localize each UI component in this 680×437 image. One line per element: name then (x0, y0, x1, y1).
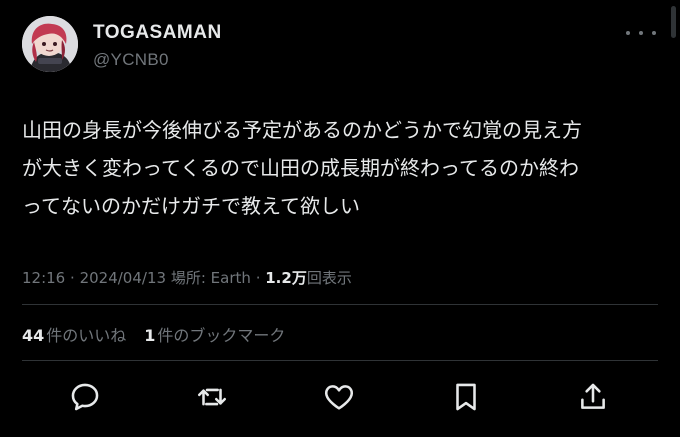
likes-stat[interactable]: 44 件のいいね (22, 322, 126, 346)
reply-icon (71, 383, 99, 411)
tweet-text-line: が大きく変わってくるので山田の成長期が終わってるのか終わ (22, 156, 579, 180)
tweet-text-line: 山田の身長が今後伸びる予定があるのかどうかで幻覚の見え方 (22, 118, 582, 142)
heart-icon (324, 385, 354, 410)
tweet-time[interactable]: 12:16 (22, 269, 65, 287)
avatar-image (22, 16, 78, 72)
divider (22, 360, 658, 361)
bookmark-icon (456, 383, 476, 411)
tweet-text-line: ってないのかだけガチで教えて欲しい (22, 194, 360, 218)
more-dot (652, 31, 656, 35)
tweet-meta: 12:16 · 2024/04/13 場所: Earth · 1.2万回表示 (22, 267, 352, 288)
views-count[interactable]: 1.2万 (265, 269, 307, 287)
share-button[interactable] (573, 377, 613, 417)
likes-label: 件のいいね (46, 326, 127, 345)
location-label: 場所: (170, 269, 206, 287)
retweet-button[interactable] (192, 377, 232, 417)
scrollbar[interactable] (671, 6, 676, 38)
bookmarks-count: 1 (144, 326, 156, 345)
meta-separator: · (70, 269, 75, 287)
bookmark-button[interactable] (446, 377, 486, 417)
bookmarks-label: 件のブックマーク (157, 326, 286, 345)
display-name[interactable]: TOGASAMAN (93, 22, 222, 44)
more-options-icon[interactable] (626, 24, 656, 42)
bookmarks-stat[interactable]: 1 件のブックマーク (144, 322, 285, 346)
more-dot (626, 31, 630, 35)
views-label: 回表示 (306, 269, 352, 287)
engagement-stats: 44 件のいいね 1 件のブックマーク (22, 322, 285, 346)
share-icon (581, 383, 605, 409)
tweet-date[interactable]: 2024/04/13 (80, 269, 166, 287)
tweet-text: 山田の身長が今後伸びる予定があるのかどうかで幻覚の見え方 が大きく変わってくるの… (22, 111, 672, 225)
user-handle[interactable]: @YCNB0 (93, 50, 169, 70)
meta-separator: · (255, 269, 261, 287)
avatar[interactable] (22, 16, 78, 72)
likes-count: 44 (22, 326, 45, 345)
reply-button[interactable] (65, 377, 105, 417)
action-bar (0, 377, 680, 421)
more-dot (639, 31, 643, 35)
retweet-icon (197, 388, 227, 406)
like-button[interactable] (319, 377, 359, 417)
location-value[interactable]: Earth (211, 269, 251, 287)
divider (22, 304, 658, 305)
